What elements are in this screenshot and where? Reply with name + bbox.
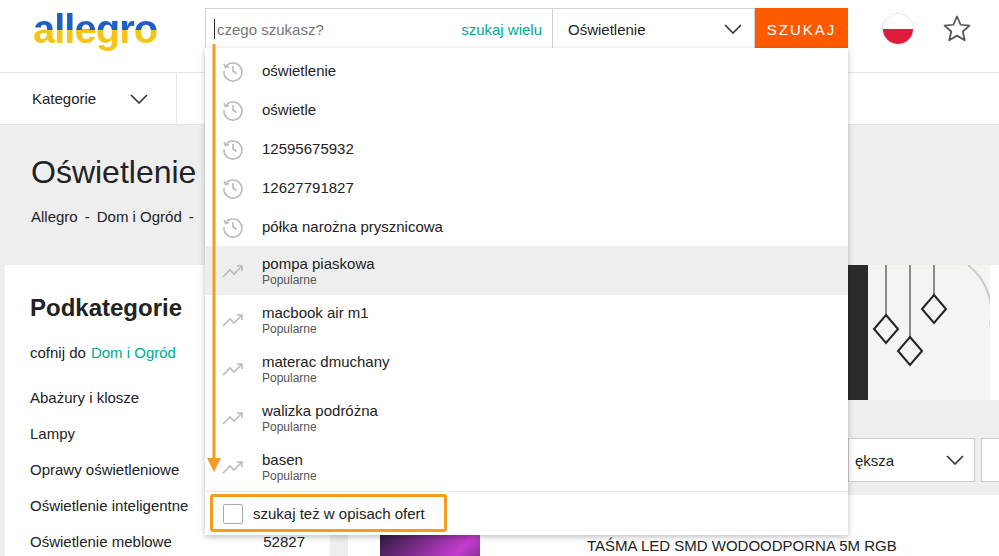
breadcrumb-separator: - — [85, 207, 90, 227]
suggestion-item[interactable]: walizka podróżnaPopularne — [205, 393, 848, 442]
trending-icon — [221, 406, 245, 430]
suggestion-text: 12627791827 — [262, 178, 354, 197]
suggestion-list: oświetlenie oświetle 12595675932 1262779182… — [205, 51, 848, 491]
categories-label: Kategorie — [32, 90, 96, 107]
star-icon[interactable] — [942, 14, 972, 44]
suggestion-text: macbook air m1Popularne — [262, 303, 369, 337]
search-placeholder: czego szukasz? — [217, 21, 459, 38]
suggestion-text: pompa piaskowaPopularne — [262, 254, 375, 288]
category-select[interactable]: Oświetlenie — [553, 8, 755, 50]
suggestion-query: pompa piaskowa — [262, 254, 375, 273]
history-clock-icon — [221, 137, 245, 161]
dropdown-footer: szukaj też w opisach ofert — [205, 491, 848, 535]
suggestion-text: 12595675932 — [262, 139, 354, 158]
suggestion-item[interactable]: pompa piaskowaPopularne — [205, 246, 848, 295]
trending-icon — [221, 259, 245, 283]
suggestion-item[interactable]: półka narożna prysznicowa — [205, 207, 848, 246]
history-clock-icon — [221, 98, 245, 122]
suggestion-item[interactable]: 12627791827 — [205, 168, 848, 207]
lamps-picture-icon — [848, 265, 990, 400]
chevron-down-icon — [946, 455, 964, 465]
checkbox-label: szukaj też w opisach ofert — [253, 505, 425, 522]
sort-select[interactable]: ększa — [848, 438, 975, 482]
suggestion-query: 12595675932 — [262, 139, 354, 158]
suggestion-text: oświetlenie — [262, 61, 336, 80]
suggestion-badge: Popularne — [262, 371, 390, 386]
polish-flag-icon[interactable] — [882, 13, 914, 45]
suggestion-item[interactable]: oświetle — [205, 90, 848, 129]
breadcrumb-item[interactable]: Allegro — [31, 207, 78, 227]
suggestion-query: materac dmuchany — [262, 352, 390, 371]
text-cursor — [214, 19, 215, 39]
view-toggle[interactable] — [981, 438, 999, 482]
suggestion-query: walizka podróżna — [262, 401, 378, 420]
search-button[interactable]: SZUKAJ — [755, 8, 848, 50]
trending-icon — [221, 455, 245, 479]
logo-area: allegro — [0, 8, 205, 50]
suggestion-query: 12627791827 — [262, 178, 354, 197]
suggestion-text: półka narożna prysznicowa — [262, 217, 443, 236]
suggestion-query: oświetle — [262, 100, 316, 119]
history-clock-icon — [221, 215, 245, 239]
suggestion-badge: Popularne — [262, 273, 375, 288]
sidebar-item-label: Abażury i klosze — [30, 389, 139, 406]
suggestion-item[interactable]: 12595675932 — [205, 129, 848, 168]
suggestion-item[interactable]: oświetlenie — [205, 51, 848, 90]
suggestion-item[interactable]: macbook air m1Popularne — [205, 295, 848, 344]
sidebar-item-label: Oprawy oświetleniowe — [30, 461, 179, 478]
product-title[interactable]: TAŚMA LED SMD WODOODPORNA 5M RGB KOLOROW… — [587, 537, 917, 556]
flag-white-icon — [883, 14, 913, 29]
trending-icon — [221, 357, 245, 381]
page: allegro czego szukasz?szukaj wielu Oświetl… — [0, 0, 999, 556]
suggestion-item[interactable]: basenPopularne — [205, 442, 848, 491]
back-prefix: cofnij do — [30, 343, 86, 363]
suggestion-item[interactable]: materac dmuchanyPopularne — [205, 344, 848, 393]
sidebar-item-label: Oświetlenie meblowe — [30, 533, 172, 550]
sidebar-item-label: Lampy — [30, 425, 75, 442]
annotation-arrow-icon — [206, 44, 222, 474]
chevron-down-icon — [130, 94, 148, 104]
search-input[interactable]: czego szukasz?szukaj wielu — [205, 8, 553, 50]
history-clock-icon — [221, 176, 245, 200]
search-form: czego szukasz?szukaj wielu Oświetlenie SZU… — [205, 8, 848, 50]
allegro-logo[interactable]: allegro — [33, 7, 157, 51]
suggestion-query: basen — [262, 450, 317, 469]
flag-red-icon — [883, 29, 913, 44]
suggestion-query: macbook air m1 — [262, 303, 369, 322]
suggestion-text: oświetle — [262, 100, 316, 119]
suggestion-text: basenPopularne — [262, 450, 317, 484]
chevron-down-icon — [724, 24, 742, 34]
trending-icon — [221, 308, 245, 332]
back-link[interactable]: Dom i Ogród — [91, 343, 176, 363]
search-descriptions-option[interactable]: szukaj też w opisach ofert — [223, 504, 425, 524]
breadcrumb-separator: - — [189, 207, 194, 227]
suggestion-text: walizka podróżnaPopularne — [262, 401, 378, 435]
sidebar-item-label: Oświetlenie inteligentne — [30, 497, 188, 514]
suggestion-badge: Popularne — [262, 469, 317, 484]
category-value: Oświetlenie — [568, 21, 646, 38]
suggestion-badge: Popularne — [262, 322, 369, 337]
history-clock-icon — [221, 59, 245, 83]
suggestions-dropdown: oświetlenie oświetle 12595675932 1262779182… — [205, 48, 848, 535]
multi-search-link[interactable]: szukaj wielu — [461, 21, 542, 38]
suggestion-text: materac dmuchanyPopularne — [262, 352, 390, 386]
categories-button[interactable]: Kategorie — [0, 73, 177, 124]
suggestion-query: półka narożna prysznicowa — [262, 217, 443, 236]
sidebar-item-count: 52827 — [263, 533, 305, 550]
breadcrumb-item[interactable]: Dom i Ogród — [97, 207, 182, 227]
suggestion-badge: Popularne — [262, 420, 378, 435]
sort-value: ększa — [855, 452, 894, 469]
annotation-highlight-box — [210, 494, 447, 532]
checkbox[interactable] — [223, 504, 243, 524]
suggestion-query: oświetlenie — [262, 61, 336, 80]
